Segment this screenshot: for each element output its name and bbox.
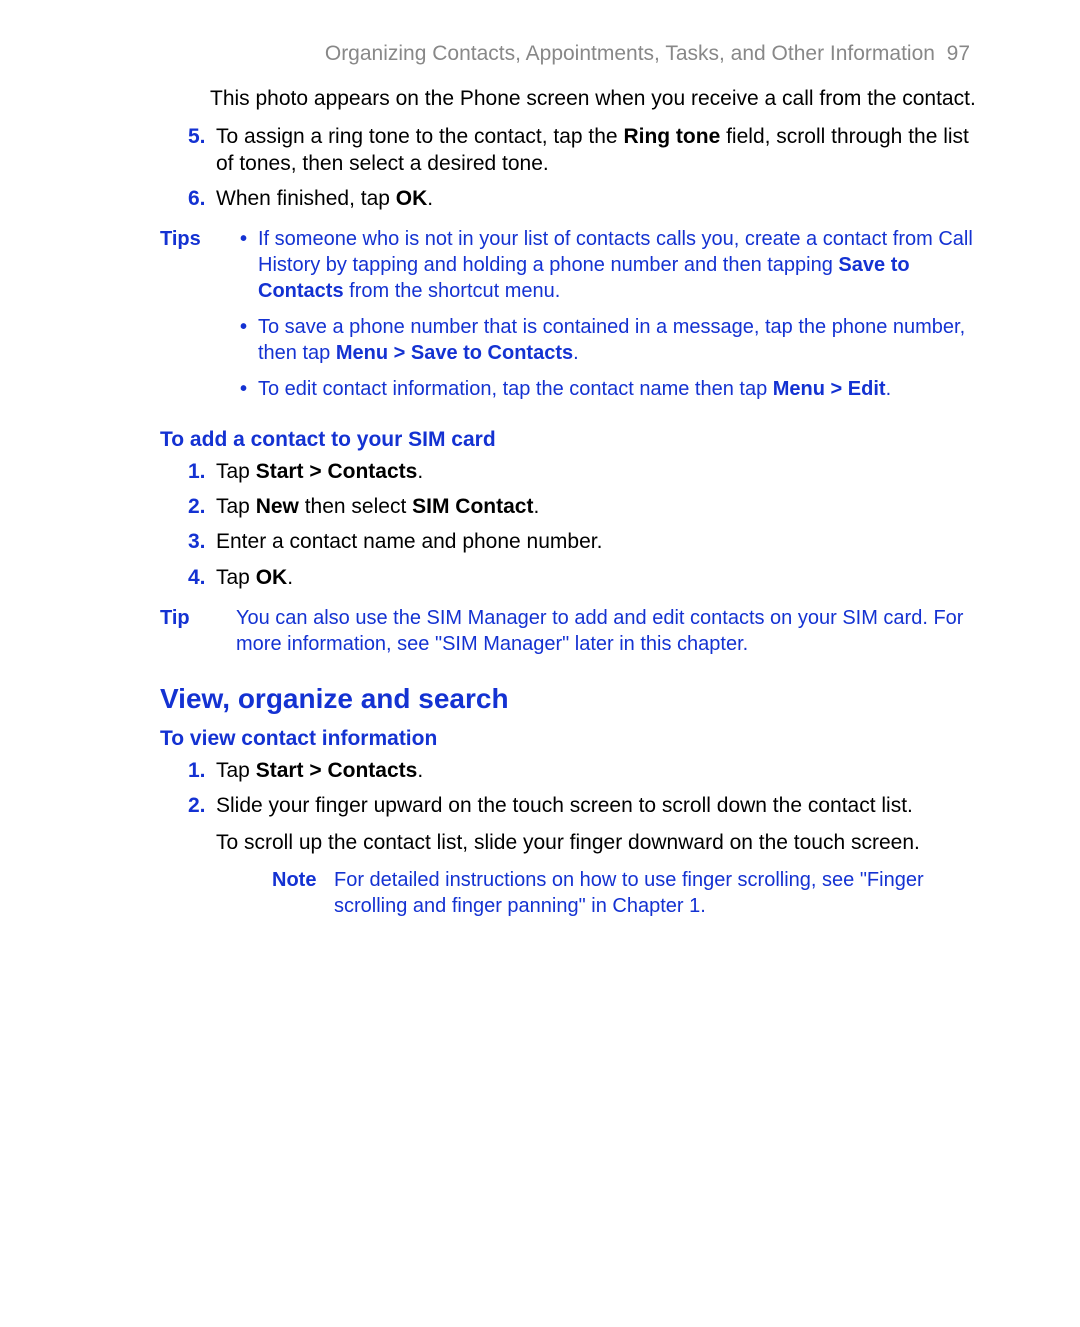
step-number: 1. <box>188 458 206 485</box>
step-text-bold: Ring tone <box>623 125 720 148</box>
note-label: Note <box>272 867 334 919</box>
view-steps-list: 1. Tap Start > Contacts. 2. Slide your f… <box>188 757 980 919</box>
sim-heading: To add a contact to your SIM card <box>160 426 980 453</box>
tip-item: To save a phone number that is contained… <box>236 314 980 366</box>
step-pre: Slide your finger upward on the touch sc… <box>216 794 913 817</box>
tip-post: from the shortcut menu. <box>344 280 561 302</box>
sim-steps-list: 1. Tap Start > Contacts. 2. Tap New then… <box>188 458 980 591</box>
step-extra: To scroll up the contact list, slide you… <box>216 829 980 856</box>
step-pre: Tap <box>216 495 256 518</box>
step-bold: New <box>256 495 299 518</box>
step-text-pre: When finished, tap <box>216 187 396 210</box>
sim-step-1: 1. Tap Start > Contacts. <box>188 458 980 485</box>
step-pre: Tap <box>216 460 256 483</box>
step-bold2: SIM Contact <box>412 495 533 518</box>
steps-list-a: 5. To assign a ring tone to the contact,… <box>188 123 980 213</box>
step-post: . <box>417 759 423 782</box>
note-block: Note For detailed instructions on how to… <box>272 867 980 919</box>
sim-step-4: 4. Tap OK. <box>188 564 980 591</box>
step-post: . <box>533 495 539 518</box>
step-number: 2. <box>188 493 206 520</box>
step-mid: then select <box>299 495 412 518</box>
tips-label: Tips <box>160 226 236 412</box>
step-text-bold: OK <box>396 187 428 210</box>
view-heading: To view contact information <box>160 725 980 752</box>
step-number: 6. <box>188 185 206 212</box>
tip-item: To edit contact information, tap the con… <box>236 376 980 402</box>
page-number: 97 <box>947 42 970 65</box>
tip-pre: To edit contact information, tap the con… <box>258 378 773 400</box>
view-step-2: 2. Slide your finger upward on the touch… <box>188 792 980 919</box>
tip-single-block: Tip You can also use the SIM Manager to … <box>160 605 980 657</box>
step-post: . <box>417 460 423 483</box>
note-body: For detailed instructions on how to use … <box>334 867 980 919</box>
step-number: 3. <box>188 528 206 555</box>
sim-step-2: 2. Tap New then select SIM Contact. <box>188 493 980 520</box>
step-number: 1. <box>188 757 206 784</box>
step-number: 5. <box>188 123 206 150</box>
tip-label: Tip <box>160 605 236 657</box>
tips-bullet-list: If someone who is not in your list of co… <box>236 226 980 402</box>
step-pre: Tap <box>216 759 256 782</box>
view-step-1: 1. Tap Start > Contacts. <box>188 757 980 784</box>
tip-body: You can also use the SIM Manager to add … <box>236 605 980 657</box>
sim-step-3: 3. Enter a contact name and phone number… <box>188 528 980 555</box>
tips-block: Tips If someone who is not in your list … <box>160 226 980 412</box>
step-number: 2. <box>188 792 206 819</box>
header-title: Organizing Contacts, Appointments, Tasks… <box>325 42 935 65</box>
step-bold: Start > Contacts <box>256 460 418 483</box>
step-pre: Enter a contact name and phone number. <box>216 530 602 553</box>
tip-item: If someone who is not in your list of co… <box>236 226 980 304</box>
tip-post: . <box>573 342 579 364</box>
tips-body: If someone who is not in your list of co… <box>236 226 980 412</box>
step-bold: OK <box>256 566 288 589</box>
step-number: 4. <box>188 564 206 591</box>
page-header: Organizing Contacts, Appointments, Tasks… <box>160 40 980 67</box>
tip-post: . <box>886 378 892 400</box>
tip-bold: Menu > Save to Contacts <box>336 342 573 364</box>
step-bold: Start > Contacts <box>256 759 418 782</box>
section-heading: View, organize and search <box>160 681 980 717</box>
step-text-post: . <box>427 187 433 210</box>
intro-paragraph: This photo appears on the Phone screen w… <box>210 85 980 112</box>
step-pre: Tap <box>216 566 256 589</box>
step-text-pre: To assign a ring tone to the contact, ta… <box>216 125 623 148</box>
step-6: 6. When finished, tap OK. <box>188 185 980 212</box>
tip-bold: Menu > Edit <box>773 378 886 400</box>
step-5: 5. To assign a ring tone to the contact,… <box>188 123 980 178</box>
step-post: . <box>287 566 293 589</box>
